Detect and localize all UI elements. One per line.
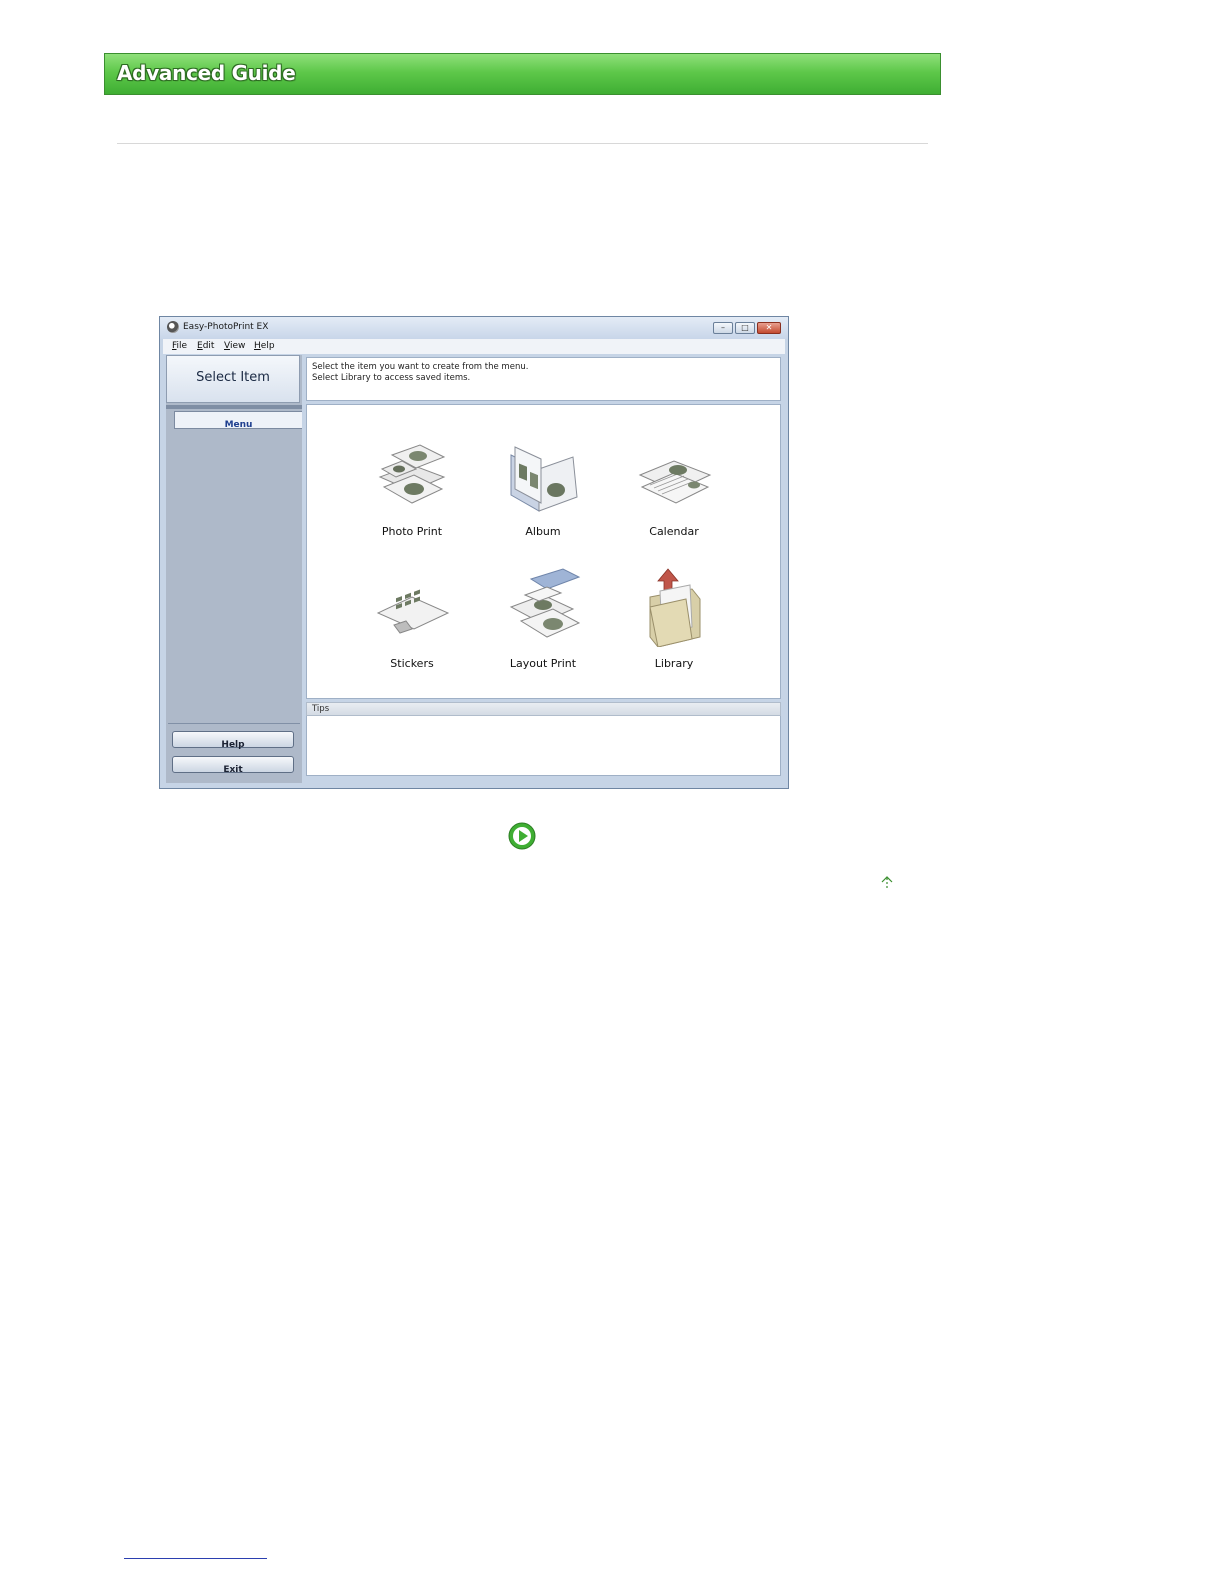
banner-title: Advanced Guide	[117, 61, 296, 85]
instruction-box: Select the item you want to create from …	[306, 357, 781, 401]
instruction-line: Select the item you want to create from …	[312, 362, 529, 372]
layout-print-label: Layout Print	[509, 657, 577, 670]
instruction-line: Select Library to access saved items.	[312, 373, 471, 383]
menu-edit[interactable]: Edit	[197, 341, 214, 351]
left-panel: Select Item Menu Help Exit	[166, 355, 302, 783]
exit-button-label: Exit	[223, 765, 243, 775]
menu-bar: File Edit View Help	[163, 339, 785, 354]
close-button[interactable]: ✕	[757, 322, 781, 334]
footnote-separator	[124, 1558, 267, 1559]
play-icon[interactable]	[508, 822, 536, 850]
menu-view[interactable]: View	[224, 341, 245, 351]
divider	[117, 143, 928, 144]
help-button-label: Help	[221, 740, 245, 750]
panel-separator	[168, 723, 300, 724]
album-icon	[510, 446, 578, 512]
library-label: Library	[654, 657, 694, 670]
tab-menu[interactable]: Menu	[174, 411, 302, 430]
app-window: Easy-PhotoPrint EX – □ ✕ File Edit View …	[159, 316, 789, 789]
tips-area	[306, 716, 781, 776]
page-top-icon[interactable]	[880, 876, 894, 892]
layout-print-icon	[509, 568, 581, 638]
select-item-header: Select Item	[166, 355, 300, 403]
maximize-button[interactable]: □	[735, 322, 755, 334]
album-item[interactable]: Album	[488, 405, 598, 550]
menu-content: Photo Print Album Calendar Stickers Layo…	[306, 404, 781, 699]
panel-divider	[166, 405, 302, 409]
calendar-item[interactable]: Calendar	[619, 405, 729, 550]
stickers-label: Stickers	[390, 657, 434, 670]
menu-help[interactable]: Help	[254, 341, 275, 351]
tab-menu-label: Menu	[224, 420, 253, 430]
photo-print-item[interactable]: Photo Print	[357, 405, 467, 550]
select-item-title: Select Item	[196, 370, 270, 385]
menu-file[interactable]: File	[172, 341, 187, 351]
library-icon	[649, 568, 701, 647]
window-title: Easy-PhotoPrint EX	[183, 322, 269, 332]
guide-banner: Advanced Guide	[104, 53, 941, 95]
stickers-item[interactable]: Stickers	[357, 537, 467, 682]
photo-print-icon	[378, 444, 446, 504]
help-button[interactable]: Help	[172, 731, 294, 750]
stickers-icon	[376, 589, 450, 634]
tips-label: Tips	[312, 704, 330, 714]
layout-print-item[interactable]: Layout Print	[488, 537, 598, 682]
app-icon	[167, 321, 179, 333]
tips-header: Tips	[306, 702, 781, 716]
library-item[interactable]: Library	[619, 537, 729, 682]
calendar-icon	[638, 460, 712, 504]
title-bar[interactable]: Easy-PhotoPrint EX – □ ✕	[160, 317, 788, 339]
minimize-button[interactable]: –	[713, 322, 733, 334]
exit-button[interactable]: Exit	[172, 756, 294, 775]
